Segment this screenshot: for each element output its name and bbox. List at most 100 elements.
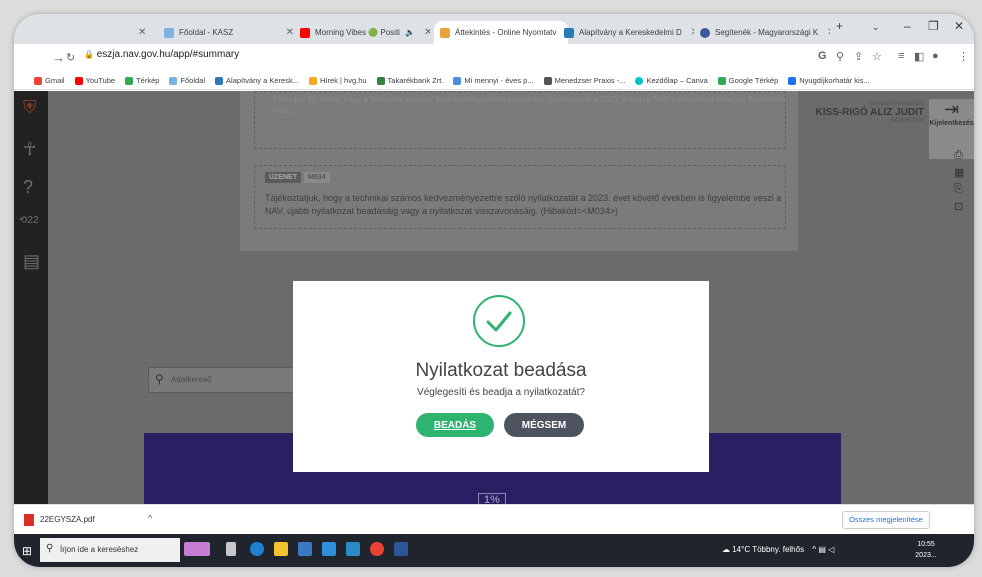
favicon-icon [788,76,797,85]
search-icon: ⚲ [46,543,54,554]
bookmark-mimennyi[interactable]: Mi mennyi - éves p... [453,76,534,85]
bookmark-canva[interactable]: Kezdőlap – Canva [635,76,708,85]
bookmark-youtube[interactable]: YouTube [74,76,116,85]
outlook-icon[interactable] [346,542,360,556]
chevron-up-icon[interactable]: ^ [148,513,152,523]
close-tab-icon[interactable]: ✕ [691,27,694,38]
side-panel-icon[interactable]: ◧ [914,50,924,63]
browser-tab[interactable]: Főoldal - KASZ ✕ [164,21,294,44]
favicon-icon [440,27,450,38]
search-placeholder: Adatkereső [171,375,212,384]
windows-start-icon[interactable]: ⊞ [22,544,32,558]
star-icon[interactable]: ☆ [872,50,882,63]
bookmark-alapitvany[interactable]: Alapítvány a Keresk... [215,76,299,85]
bookmark-fooldal[interactable]: Főoldal [169,76,205,85]
edge-icon[interactable] [250,542,264,556]
bookmark-label: YouTube [85,76,116,85]
close-window-icon[interactable]: ✕ [954,19,964,33]
menu-kebab-icon[interactable]: ⋮ [958,50,969,63]
coat-of-arms-icon: ⛨ [23,97,37,117]
map-pin-icon [717,76,726,85]
audio-icon[interactable]: 🔈 [405,28,415,37]
form-icon[interactable]: ▦ [954,166,968,179]
network-icon[interactable]: ▤ [818,545,826,554]
flowers-widget-icon[interactable] [184,542,210,556]
bookmark-terkep[interactable]: Térkép [125,76,159,85]
export-icon[interactable]: ⊡ [954,200,968,213]
bookmark-nyugdij[interactable]: Nyugdíjkorhatár kis... [788,76,870,85]
show-all-downloads-button[interactable]: Összes megjelenítése [842,511,930,529]
tray-chevron-icon[interactable]: ^ [812,545,816,554]
user-name: KISS-RIGÓ ALIZ JUDIT [815,107,924,118]
word-icon[interactable] [394,542,408,556]
reload-icon[interactable]: ↻ [66,51,75,64]
weather-text[interactable]: 14°C Többny. felhős [732,545,804,554]
browser-tab[interactable]: Morning Vibes 🟢 Positi 🔈 ✕ [300,21,430,44]
cancel-button[interactable]: MÉGSEM [504,413,584,437]
url-field[interactable]: 🔒 eszja.nav.gov.hu/app/#summary [84,49,239,60]
browser-tab[interactable]: Alapítvány a Kereskedelmi D ✕ [564,21,694,44]
browser-tab[interactable]: Segítenék - Magyarországi K ✕ [700,21,830,44]
pdf-file-icon [24,514,34,526]
bookmark-google-terkep[interactable]: Google Térkép [717,76,779,85]
right-toolbar: ⎙ ▦ ⎘ ⊡ [954,149,968,217]
location-icon[interactable]: ⚲ [836,50,844,63]
bookmark-menedzser[interactable]: Menedzser Praxis -... [543,76,625,85]
url-text: eszja.nav.gov.hu/app/#summary [96,49,240,60]
document-icon[interactable]: ▤ [23,251,40,272]
new-tab-icon[interactable]: + [836,19,843,33]
close-tab-icon[interactable]: ✕ [286,27,294,38]
task-view-icon[interactable] [226,542,236,556]
volume-icon[interactable]: ◁ [828,545,834,554]
bookmark-label: Térkép [136,76,160,85]
reading-list-icon[interactable]: ≡ [898,50,904,62]
browser-tab-active[interactable]: Áttekintés - Online Nyomtatv ✕ [434,21,568,44]
logout-label: Kijelentkezés [929,120,974,127]
logout-icon: ⇥ [943,99,960,119]
forward-icon[interactable]: → [52,50,65,65]
browser-tab[interactable]: ✕ [54,21,154,44]
accessibility-icon[interactable]: ☥ [23,139,36,160]
taskbar-search-input[interactable]: ⚲ Írjon ide a kereséshez [40,538,180,562]
minimize-icon[interactable]: – [904,19,911,33]
taskbar-search-placeholder: Írjon ide a kereséshez [60,545,139,554]
store-icon[interactable] [298,542,312,556]
weather-icon[interactable]: ☁ [722,545,730,554]
taskbar-clock[interactable]: 10:55 2023... [906,539,946,561]
copy-icon[interactable]: ⎘ [954,183,968,196]
bookmark-label: Mi mennyi - éves p... [464,76,534,85]
message-tag: ÜZENET [265,172,301,183]
modal-title: Nyilatkozat beadása [415,360,587,381]
lock-icon: 🔒 [84,50,94,59]
close-tab-icon[interactable]: ✕ [138,27,146,38]
tab-search-icon[interactable]: ⌄ [872,22,880,33]
modal-subtitle: Véglegesíti és beadja a nyilatkozatát? [417,387,585,398]
previous-message-box: Felhívjuk figyelmét, hogy a 'technikai s… [254,91,787,149]
check-circle-icon [473,295,525,347]
bookmark-hvg[interactable]: Hírek | hvg.hu [308,76,367,85]
close-tab-icon[interactable]: ✕ [827,27,830,38]
tab-title: Segítenék - Magyarországi K [715,28,819,37]
google-icon[interactable]: G [818,50,827,62]
canva-icon [635,76,644,85]
bookmark-gmail[interactable]: Gmail [34,76,65,85]
year-2022-icon[interactable]: ⟲22 [19,215,39,226]
download-bar: 22EGYSZA.pdf ^ Összes megjelenítése [14,504,974,535]
chrome-icon[interactable] [370,542,384,556]
share-icon[interactable]: ⇪ [854,50,863,63]
file-explorer-icon[interactable] [274,542,288,556]
bookmark-label: Google Térkép [728,76,779,85]
mail-icon[interactable] [322,542,336,556]
windows-taskbar: ⊞ ⚲ Írjon ide a kereséshez ☁ 14°C Többny… [14,534,974,567]
close-tab-icon[interactable]: ✕ [424,27,430,38]
favicon-icon [376,76,385,85]
bookmark-label: Kezdőlap – Canva [646,76,708,85]
help-icon[interactable]: ? [23,177,33,198]
bookmark-takarekbank[interactable]: Takarékbank Zrt. [376,76,443,85]
downloaded-file[interactable]: 22EGYSZA.pdf [40,515,95,524]
submit-button[interactable]: BEADÁS [416,413,494,437]
bookmark-label: Hírek | hvg.hu [319,76,367,85]
print-icon[interactable]: ⎙ [954,149,968,162]
maximize-icon[interactable]: ❐ [928,19,939,33]
profile-avatar-icon[interactable]: ● [932,50,939,62]
